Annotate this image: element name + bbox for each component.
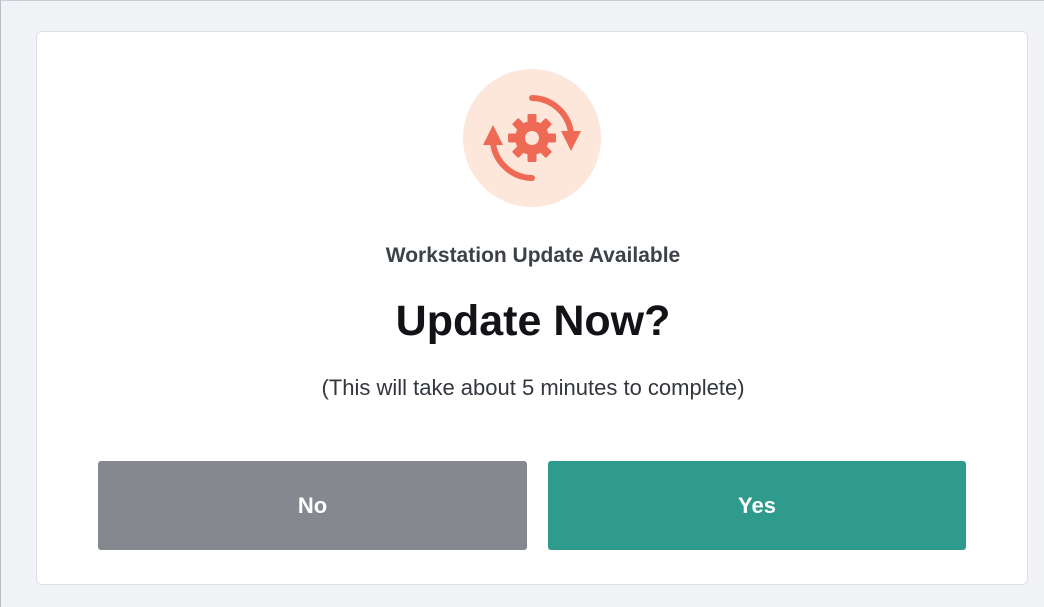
dialog-title: Update Now? [395,297,671,345]
no-button-label: No [297,492,328,518]
update-dialog: Workstation Update Available Update Now?… [36,31,1028,585]
no-button[interactable]: No [98,461,527,550]
sync-gear-icon [483,95,581,181]
window-background: Workstation Update Available Update Now?… [0,0,1044,607]
dialog-description: (This will take about 5 minutes to compl… [321,375,745,400]
update-icon-badge [463,69,601,207]
yes-button[interactable]: Yes [548,461,966,550]
dialog-subtitle: Workstation Update Available [385,244,681,267]
yes-button-label: Yes [738,492,776,518]
